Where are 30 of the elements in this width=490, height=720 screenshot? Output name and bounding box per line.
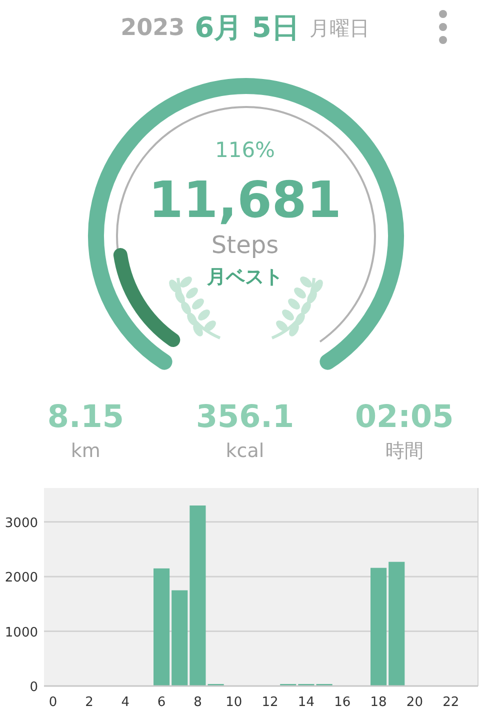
y-tick-label: 1000	[4, 625, 38, 640]
stat-label: kcal	[226, 439, 264, 464]
stat-value: 356.1	[196, 398, 294, 436]
unit-label: Steps	[211, 230, 279, 260]
x-tick-label: 6	[157, 695, 166, 710]
x-tick-label: 14	[298, 695, 314, 710]
more-icon[interactable]	[438, 10, 448, 44]
year-text: 2023	[120, 15, 185, 41]
stat-value: 8.15	[47, 398, 124, 436]
best-badge-text: 月ベスト	[207, 265, 283, 290]
x-tick-label: 0	[48, 695, 58, 710]
step-count: 11,681	[148, 170, 342, 230]
y-tick-label: 0	[30, 680, 38, 695]
percent-text: 116%	[214, 138, 276, 162]
weekday-text: 月曜日	[309, 14, 370, 42]
y-tick-label: 3000	[4, 516, 38, 531]
x-tick-label: 10	[226, 695, 242, 710]
x-tick-label: 16	[334, 695, 351, 710]
x-tick-label: 4	[121, 695, 130, 710]
x-tick-label: 2	[85, 695, 94, 710]
date-text: 6月 5日	[194, 10, 300, 46]
stat-label: 時間	[385, 439, 424, 464]
x-tick-label: 8	[194, 695, 202, 710]
stat-label: km	[70, 439, 100, 464]
x-tick-label: 18	[370, 695, 387, 710]
x-tick-label: 12	[262, 695, 278, 710]
stat-value: 02:05	[354, 398, 454, 436]
x-tick-label: 22	[442, 695, 460, 710]
x-tick-label: 20	[406, 695, 423, 710]
y-tick-label: 2000	[4, 570, 38, 586]
